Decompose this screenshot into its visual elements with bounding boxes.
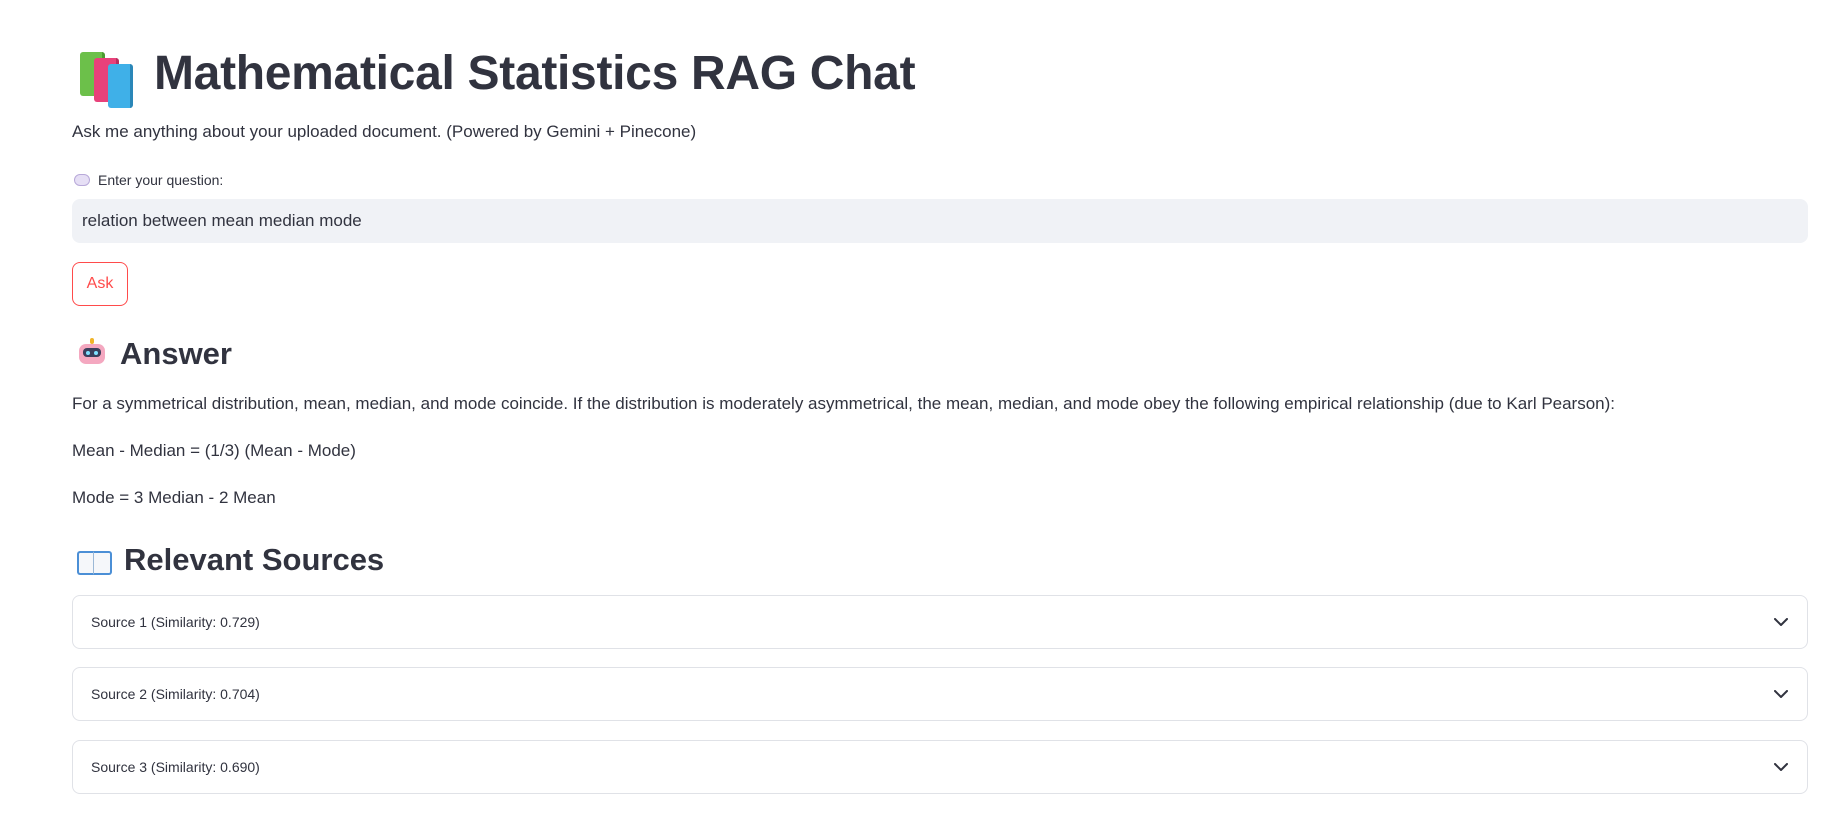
- source-expander-2[interactable]: Source 2 (Similarity: 0.704): [72, 667, 1808, 721]
- answer-heading-text: Answer: [120, 336, 232, 371]
- books-icon: [78, 46, 138, 108]
- question-input[interactable]: [72, 199, 1808, 243]
- ask-button[interactable]: Ask: [72, 262, 128, 306]
- answer-heading: Answer: [76, 334, 232, 374]
- open-book-icon: [76, 545, 112, 575]
- sources-heading: Relevant Sources: [76, 540, 384, 580]
- source-expander-3[interactable]: Source 3 (Similarity: 0.690): [72, 740, 1808, 794]
- answer-paragraph: For a symmetrical distribution, mean, me…: [72, 394, 1616, 413]
- source-label: Source 2 (Similarity: 0.704): [91, 686, 260, 702]
- question-label: Enter your question:: [74, 172, 223, 188]
- sources-heading-text: Relevant Sources: [124, 542, 385, 577]
- answer-formula-1: Mean - Median = (1/3) (Mean - Mode): [72, 441, 356, 460]
- chevron-down-icon: [1773, 614, 1789, 630]
- chevron-down-icon: [1773, 686, 1789, 702]
- answer-formula-2: Mode = 3 Median - 2 Mean: [72, 488, 276, 507]
- page-title: Mathematical Statistics RAG Chat: [154, 47, 916, 100]
- page-subtitle: Ask me anything about your uploaded docu…: [72, 122, 697, 141]
- robot-icon: [76, 338, 108, 370]
- source-label: Source 3 (Similarity: 0.690): [91, 759, 260, 775]
- question-label-text: Enter your question:: [98, 172, 224, 188]
- chevron-down-icon: [1773, 759, 1789, 775]
- source-expander-1[interactable]: Source 1 (Similarity: 0.729): [72, 595, 1808, 649]
- speech-bubble-icon: [74, 174, 90, 186]
- title-row: Mathematical Statistics RAG Chat: [78, 44, 916, 108]
- source-label: Source 1 (Similarity: 0.729): [91, 614, 260, 630]
